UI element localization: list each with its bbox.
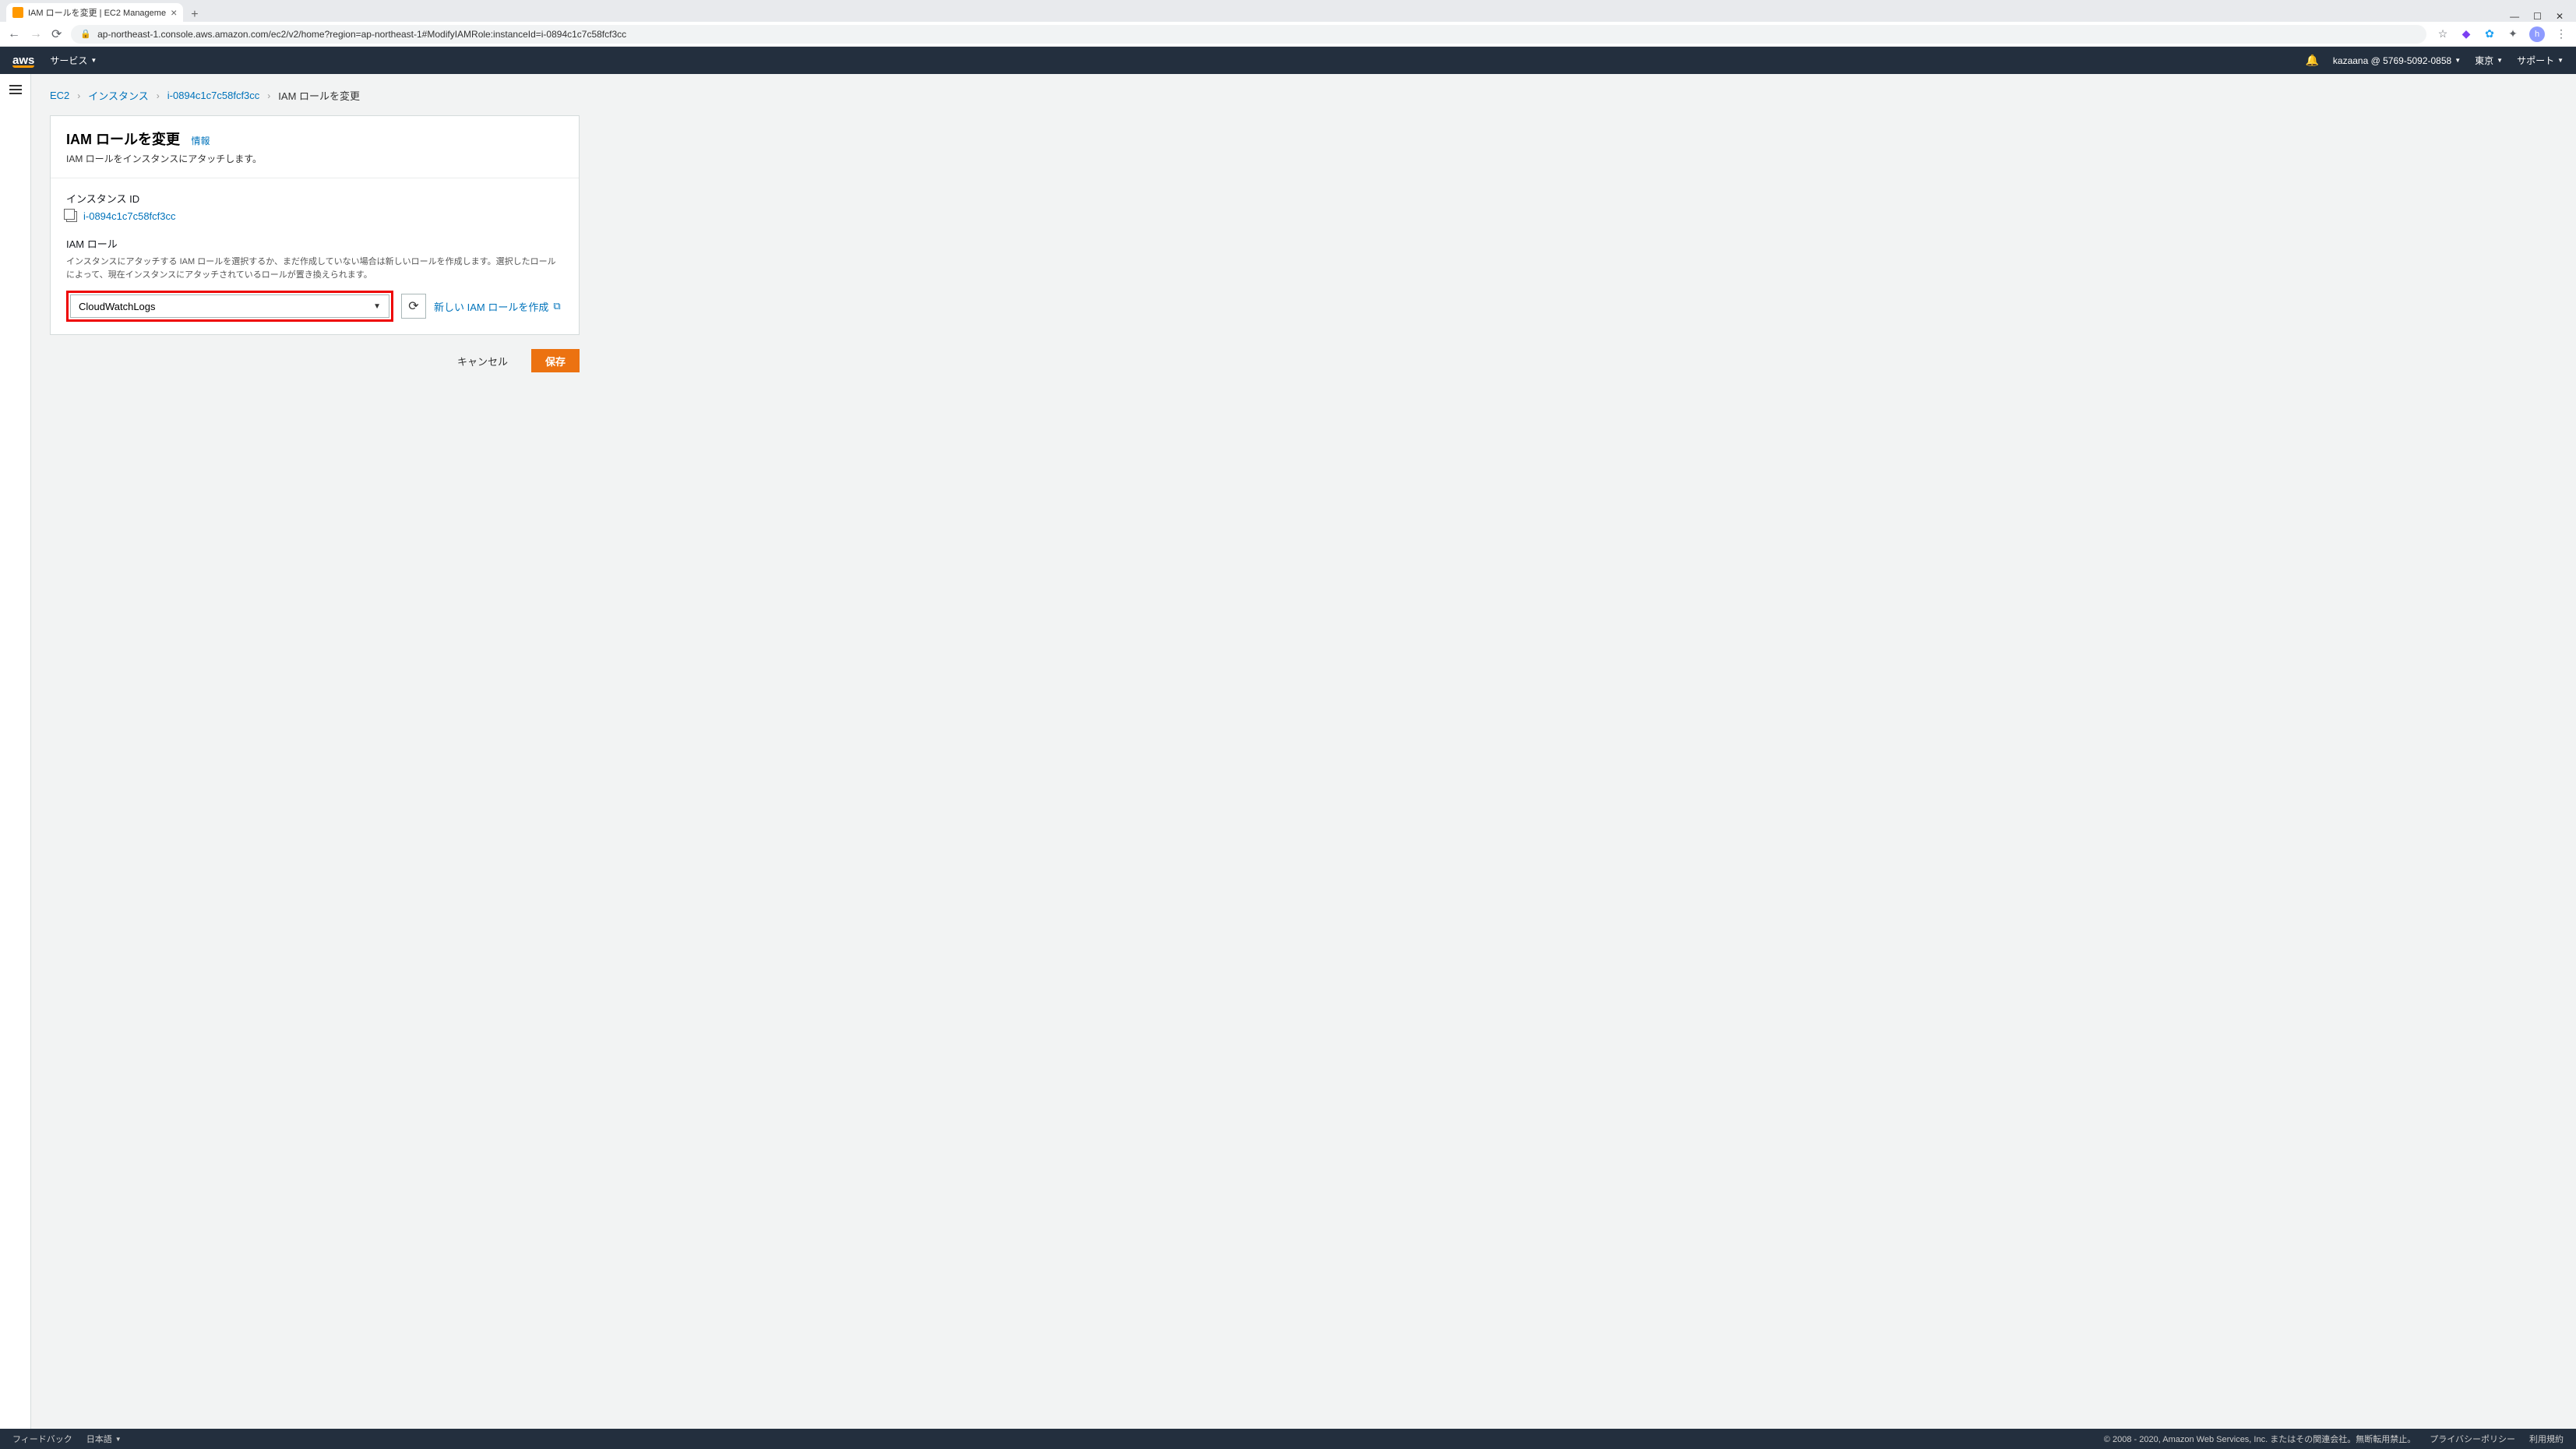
bookmark-icon[interactable]: ☆ (2436, 27, 2450, 41)
chevron-down-icon: ▼ (2497, 57, 2503, 64)
aws-nav-right: 🔔 kazaana @ 5769-5092-0858 ▼ 東京 ▼ サポート ▼ (2305, 54, 2564, 67)
new-tab-button[interactable]: + (183, 8, 206, 22)
page-title: IAM ロールを変更 (66, 132, 180, 147)
create-iam-role-link[interactable]: 新しい IAM ロールを作成 ⧉ (434, 299, 561, 314)
chevron-right-icon: › (267, 90, 270, 101)
copyright-text: © 2008 - 2020, Amazon Web Services, Inc.… (2104, 1433, 2416, 1445)
footer-left: フィードバック 日本語 ▼ (12, 1433, 122, 1445)
url-text: ap-northeast-1.console.aws.amazon.com/ec… (97, 29, 626, 40)
back-button[interactable]: ← (8, 27, 20, 41)
breadcrumb-ec2[interactable]: EC2 (50, 90, 69, 101)
reload-button[interactable]: ⟳ (51, 26, 62, 42)
browser-toolbar: ← → ⟳ 🔒 ap-northeast-1.console.aws.amazo… (0, 22, 2576, 47)
cancel-button[interactable]: キャンセル (443, 349, 522, 372)
iam-role-select[interactable]: CloudWatchLogs ▼ (70, 294, 389, 318)
breadcrumb-instance-id[interactable]: i-0894c1c7c58fcf3cc (167, 90, 260, 101)
extension-icon-2[interactable]: ✿ (2483, 27, 2497, 41)
card-header: IAM ロールを変更 情報 IAM ロールをインスタンスにアタッチします。 (51, 116, 579, 178)
chrome-menu-icon[interactable]: ⋮ (2554, 27, 2568, 41)
body-wrap: EC2 › インスタンス › i-0894c1c7c58fcf3cc › IAM… (0, 74, 2576, 1429)
page-subtitle: IAM ロールをインスタンスにアタッチします。 (66, 152, 563, 165)
feedback-link[interactable]: フィードバック (12, 1433, 72, 1445)
chevron-down-icon: ▼ (115, 1436, 122, 1443)
account-label: kazaana @ 5769-5092-0858 (2333, 55, 2451, 66)
lock-icon: 🔒 (80, 29, 91, 39)
minimize-icon[interactable]: — (2510, 11, 2519, 22)
info-link[interactable]: 情報 (191, 136, 210, 146)
region-menu[interactable]: 東京 ▼ (2475, 54, 2503, 67)
extensions-menu-icon[interactable]: ✦ (2506, 27, 2520, 41)
refresh-button[interactable]: ⟳ (401, 294, 426, 319)
aws-favicon (12, 7, 23, 18)
extension-icon[interactable]: ◆ (2459, 27, 2473, 41)
aws-top-nav: aws サービス ▼ 🔔 kazaana @ 5769-5092-0858 ▼ … (0, 47, 2576, 74)
iam-role-label: IAM ロール (66, 236, 563, 251)
support-label: サポート (2517, 54, 2554, 67)
notifications-icon[interactable]: 🔔 (2305, 54, 2318, 67)
breadcrumb-instances[interactable]: インスタンス (88, 88, 148, 103)
modify-role-card: IAM ロールを変更 情報 IAM ロールをインスタンスにアタッチします。 イン… (50, 115, 580, 335)
save-button[interactable]: 保存 (531, 349, 580, 372)
chevron-down-icon: ▼ (2557, 57, 2564, 64)
selected-role: CloudWatchLogs (79, 301, 156, 312)
privacy-link[interactable]: プライバシーポリシー (2430, 1433, 2515, 1445)
instance-id-row: i-0894c1c7c58fcf3cc (66, 210, 563, 222)
form-actions: キャンセル 保存 (50, 349, 580, 372)
browser-tab-strip: IAM ロールを変更 | EC2 Manageme × + — ☐ ✕ (0, 0, 2576, 22)
card-body: インスタンス ID i-0894c1c7c58fcf3cc IAM ロール イン… (51, 178, 579, 334)
main-content: EC2 › インスタンス › i-0894c1c7c58fcf3cc › IAM… (31, 74, 2576, 1429)
close-window-icon[interactable]: ✕ (2556, 11, 2564, 22)
tab-title: IAM ロールを変更 | EC2 Manageme (28, 6, 166, 19)
address-bar[interactable]: 🔒 ap-northeast-1.console.aws.amazon.com/… (71, 25, 2426, 44)
chevron-down-icon: ▼ (2454, 57, 2461, 64)
language-select[interactable]: 日本語 ▼ (86, 1433, 122, 1445)
maximize-icon[interactable]: ☐ (2533, 11, 2542, 22)
services-menu[interactable]: サービス ▼ (50, 54, 97, 67)
breadcrumb: EC2 › インスタンス › i-0894c1c7c58fcf3cc › IAM… (50, 88, 2557, 103)
sidebar-toggle-panel (0, 74, 31, 1429)
iam-role-description: インスタンスにアタッチする IAM ロールを選択するか、まだ作成していない場合は… (66, 256, 563, 281)
breadcrumb-current: IAM ロールを変更 (278, 88, 360, 103)
chevron-right-icon: › (77, 90, 80, 101)
aws-logo[interactable]: aws (12, 54, 34, 68)
footer-right: © 2008 - 2020, Amazon Web Services, Inc.… (2104, 1433, 2564, 1445)
copy-icon[interactable] (66, 211, 77, 222)
hamburger-icon[interactable] (9, 85, 22, 94)
aws-footer: フィードバック 日本語 ▼ © 2008 - 2020, Amazon Web … (0, 1429, 2576, 1449)
services-label: サービス (50, 54, 87, 67)
chevron-down-icon: ▼ (90, 57, 97, 64)
instance-id-label: インスタンス ID (66, 191, 563, 206)
region-label: 東京 (2475, 54, 2493, 67)
chevron-right-icon: › (157, 90, 160, 101)
create-role-label: 新しい IAM ロールを作成 (434, 299, 548, 314)
toolbar-right: ☆ ◆ ✿ ✦ h ⋮ (2436, 26, 2568, 42)
terms-link[interactable]: 利用規約 (2529, 1433, 2564, 1445)
profile-avatar[interactable]: h (2529, 26, 2545, 42)
role-select-highlight: CloudWatchLogs ▼ (66, 291, 393, 322)
window-controls: — ☐ ✕ (2504, 11, 2570, 22)
external-link-icon: ⧉ (553, 300, 560, 312)
forward-button[interactable]: → (30, 27, 42, 41)
chevron-down-icon: ▼ (373, 302, 381, 311)
browser-tab[interactable]: IAM ロールを変更 | EC2 Manageme × (6, 3, 183, 22)
role-select-row: CloudWatchLogs ▼ ⟳ 新しい IAM ロールを作成 ⧉ (66, 291, 563, 322)
support-menu[interactable]: サポート ▼ (2517, 54, 2564, 67)
instance-id-link[interactable]: i-0894c1c7c58fcf3cc (83, 210, 176, 222)
account-menu[interactable]: kazaana @ 5769-5092-0858 ▼ (2333, 55, 2461, 66)
close-tab-icon[interactable]: × (171, 6, 177, 19)
